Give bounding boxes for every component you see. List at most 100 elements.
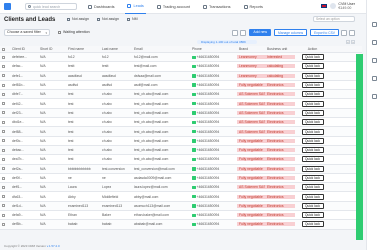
- table-row[interactable]: def88... N/A test ch.abc test_ch.abc@mail.co…: [0, 127, 362, 137]
- client-id[interactable]: debac...: [10, 148, 38, 152]
- quick-look-button[interactable]: Quick look: [301, 156, 324, 163]
- row-checkbox[interactable]: [2, 195, 5, 199]
- saved-filter-select[interactable]: Choose a saved filter ▾: [4, 28, 50, 36]
- app-logo[interactable]: [4, 3, 11, 10]
- row-checkbox[interactable]: [2, 213, 5, 217]
- header-email[interactable]: Email: [132, 47, 190, 51]
- tab-nm[interactable]: NM: [126, 17, 138, 21]
- quick-look-button[interactable]: Quick look: [301, 119, 324, 126]
- nav-transactions[interactable]: Transactions: [201, 0, 233, 14]
- header-brand[interactable]: Brand: [237, 47, 265, 51]
- phone-icon[interactable]: [192, 213, 196, 218]
- quick-look-button[interactable]: Quick look: [301, 82, 324, 89]
- table-row[interactable]: def23... N/A test ch.abc test_ch.abc@mail.co…: [0, 108, 362, 119]
- client-id[interactable]: def42...: [10, 102, 38, 106]
- client-id[interactable]: dbfe7...: [10, 92, 38, 96]
- version-link[interactable]: v.1.57.2.0: [47, 244, 60, 248]
- phone-icon[interactable]: [192, 129, 196, 134]
- refresh-icon[interactable]: [240, 29, 247, 36]
- client-id[interactable]: deff1...: [10, 185, 38, 189]
- filter-icon[interactable]: [232, 29, 239, 36]
- quick-look-button[interactable]: Quick look: [301, 165, 324, 172]
- checkbox[interactable]: [58, 30, 61, 34]
- row-checkbox[interactable]: [2, 222, 5, 226]
- nav-dashboards[interactable]: Dashboards: [86, 0, 116, 14]
- row-checkbox[interactable]: [2, 185, 5, 189]
- phone-icon[interactable]: [192, 222, 196, 227]
- search-input[interactable]: quick lead search: [25, 3, 77, 10]
- nav-reports[interactable]: Reports: [242, 0, 265, 14]
- grid-icon[interactable]: [341, 29, 347, 36]
- nav-leads[interactable]: Leads: [125, 0, 146, 14]
- row-checkbox[interactable]: [2, 102, 5, 106]
- table-row[interactable]: debac... N/A test ch.abc test_ch.abc@mail.co…: [0, 145, 362, 156]
- page-prev[interactable]: ‹: [346, 40, 350, 44]
- phone-icon[interactable]: [192, 139, 196, 143]
- table-row[interactable]: def2a... N/A bbbbbbbbbbbb test.conversion te…: [0, 164, 362, 174]
- header-phone[interactable]: Phone: [190, 47, 237, 51]
- phone-icon[interactable]: [192, 64, 196, 69]
- table-row[interactable]: defe1... N/A aasdfasd aasdfasd dsfsaa@mail.c…: [0, 71, 362, 81]
- page-next[interactable]: ›: [351, 40, 355, 44]
- phone-icon[interactable]: [192, 194, 196, 199]
- phone-icon[interactable]: [192, 167, 196, 171]
- nav-trading-account[interactable]: Trading account: [155, 0, 192, 14]
- row-checkbox[interactable]: [2, 176, 5, 180]
- header-business-unit[interactable]: Business unit: [265, 47, 295, 51]
- row-checkbox[interactable]: [2, 55, 5, 59]
- export-csv-button[interactable]: Export to CSV: [310, 29, 339, 36]
- quick-look-button[interactable]: Quick look: [301, 54, 324, 61]
- table-row[interactable]: def5b... N/A babab babab ababab@mail.com +466…: [0, 220, 362, 230]
- client-id[interactable]: def1d...: [10, 204, 38, 208]
- phone-icon[interactable]: [192, 176, 196, 180]
- table-row[interactable]: def81b... N/A asdfsd asdfsd asdf@mail.com +46…: [0, 80, 362, 91]
- add-new-button[interactable]: Add new: [249, 29, 271, 36]
- manage-columns-button[interactable]: Manage columns: [274, 29, 308, 36]
- client-id[interactable]: def0c...: [10, 139, 38, 143]
- row-checkbox[interactable]: [2, 74, 5, 78]
- client-id[interactable]: defac...: [10, 64, 38, 68]
- phone-icon[interactable]: [192, 157, 196, 162]
- table-row[interactable]: def0c... N/A test ch.abc test_ch.abc@mail.co…: [0, 136, 362, 146]
- client-id[interactable]: def5b...: [10, 222, 38, 226]
- phone-icon[interactable]: [192, 204, 196, 208]
- phone-icon[interactable]: [192, 120, 196, 125]
- header-first-name[interactable]: First name: [66, 47, 100, 51]
- phone-icon[interactable]: [192, 101, 196, 106]
- row-checkbox[interactable]: [2, 64, 5, 68]
- phone-icon[interactable]: [192, 111, 196, 115]
- table-row[interactable]: defac... N/A testt testt test@mail.com +46631…: [0, 62, 362, 72]
- table-row[interactable]: dea7b... N/A test ch.abc test_ch.abc@mail.co…: [0, 155, 362, 165]
- client-id[interactable]: dfc63...: [10, 195, 38, 199]
- table-row[interactable]: defebee... N/A fo12 fo12 fo12@mail.com +46631…: [0, 53, 362, 63]
- client-id[interactable]: defebee...: [10, 55, 38, 59]
- menu-icon[interactable]: [372, 22, 377, 27]
- chart-icon[interactable]: [372, 58, 377, 63]
- client-id[interactable]: def0f...: [10, 176, 38, 180]
- header-last-name[interactable]: Last name: [100, 47, 132, 51]
- row-checkbox[interactable]: [2, 139, 5, 143]
- quick-look-button[interactable]: Quick look: [301, 63, 324, 70]
- phone-icon[interactable]: [192, 83, 196, 87]
- row-checkbox[interactable]: [2, 148, 5, 152]
- client-id[interactable]: def23...: [10, 111, 38, 115]
- client-id[interactable]: dbd1e...: [10, 120, 38, 124]
- client-id[interactable]: defe1...: [10, 74, 38, 78]
- row-checkbox[interactable]: [2, 167, 5, 171]
- quick-look-button[interactable]: Quick look: [301, 128, 324, 135]
- phone-icon[interactable]: [192, 185, 196, 190]
- tab-not-assign-2[interactable]: Not assign: [96, 17, 119, 21]
- quick-look-button[interactable]: Quick look: [301, 184, 324, 191]
- client-id[interactable]: defa9...: [10, 213, 38, 217]
- phone-icon[interactable]: [192, 148, 196, 152]
- waiting-attention-checkbox[interactable]: Waiting attention: [58, 30, 90, 34]
- quick-look-button[interactable]: Quick look: [301, 137, 324, 144]
- phone-icon[interactable]: [192, 92, 196, 97]
- row-checkbox[interactable]: [2, 120, 5, 124]
- right-dropdown[interactable]: Select an option: [313, 16, 355, 22]
- users-icon[interactable]: [372, 40, 377, 45]
- quick-look-button[interactable]: Quick look: [301, 202, 324, 209]
- user-info[interactable]: CVM User €149.00: [338, 2, 355, 10]
- eye-icon[interactable]: [372, 76, 377, 81]
- table-row[interactable]: dbfe7... N/A test ch.abc test_ch.abc@mail.co…: [0, 90, 362, 100]
